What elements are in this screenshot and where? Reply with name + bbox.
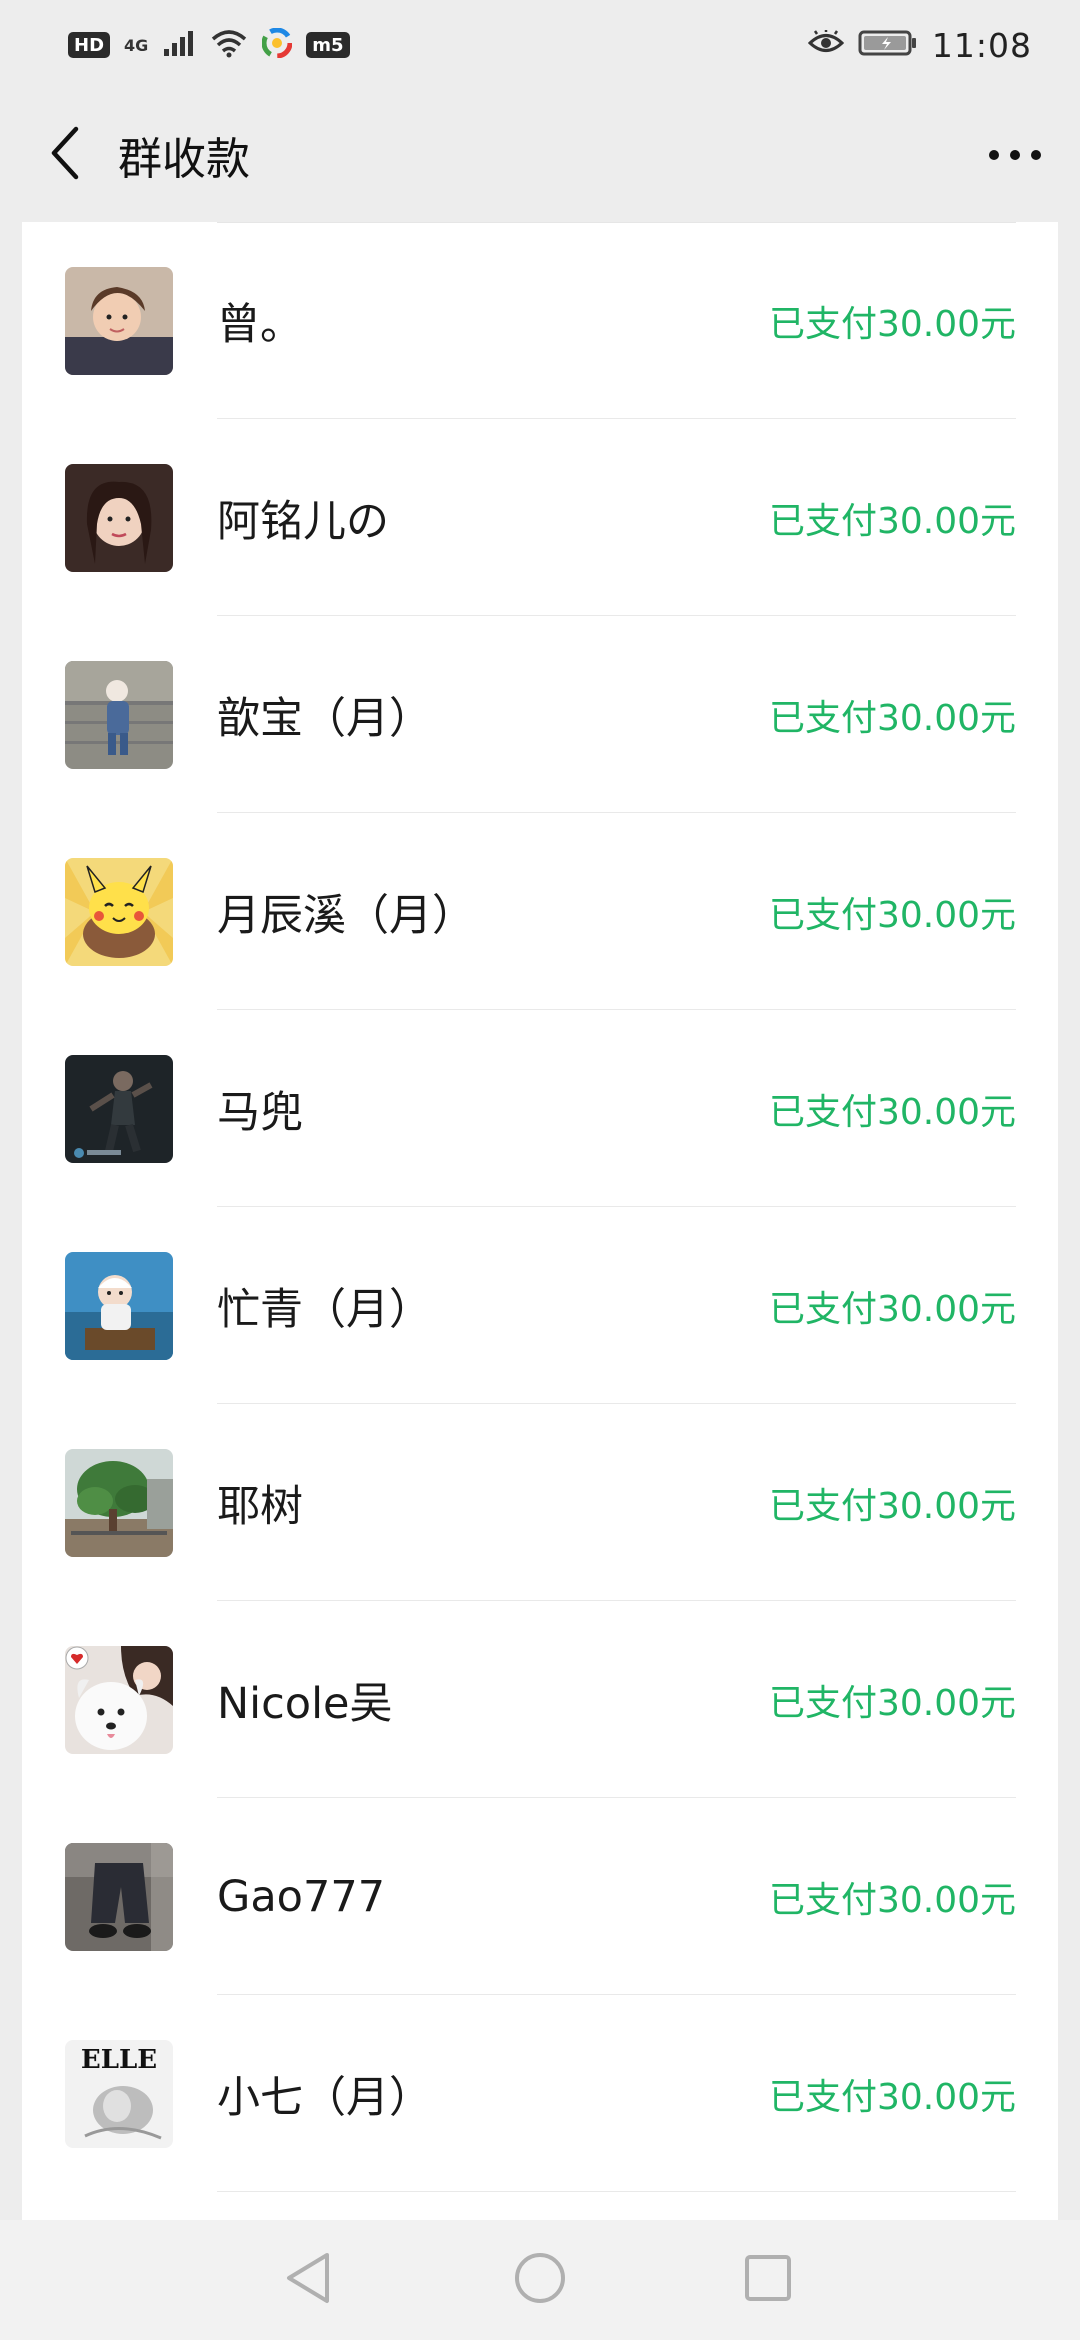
m5-app-icon: m5 [306, 32, 350, 58]
member-avatar[interactable] [65, 1251, 173, 1360]
eye-icon [807, 29, 845, 60]
payment-status: 已支付30.00元 [768, 500, 1016, 542]
member-list-item[interactable]: Nicole吴 已支付30.00元 [22, 1601, 1058, 1798]
system-navigation-bar [0, 2220, 1080, 2340]
member-name: 月辰溪（月） [217, 890, 475, 941]
member-list-item[interactable]: 歆宝（月） 已支付30.00元 [22, 616, 1058, 813]
member-list-item[interactable]: 耶树 已支付30.00元 [22, 1404, 1058, 1601]
member-avatar[interactable]: ELLE [65, 2039, 173, 2148]
back-button[interactable] [20, 90, 110, 220]
more-dots-icon [988, 146, 1042, 165]
status-right: 11:08 [807, 25, 1032, 65]
back-chevron-icon [50, 126, 80, 184]
member-avatar[interactable] [65, 1842, 173, 1951]
payment-status: 已支付30.00元 [768, 1091, 1016, 1133]
member-list-card: 曾。 已支付30.00元 阿铭儿の 已支付30.00元 歆宝（月） 已支付30.00元 月辰… [22, 222, 1058, 2222]
title-bar: 群收款 [0, 90, 1080, 220]
member-avatar[interactable] [65, 1054, 173, 1163]
nav-back-icon [283, 2251, 333, 2309]
wifi-icon [210, 28, 248, 62]
member-name: Nicole吴 [217, 1678, 393, 1729]
page-title: 群收款 [118, 134, 250, 185]
member-avatar[interactable] [65, 1645, 173, 1754]
more-options-button[interactable] [980, 120, 1050, 190]
payment-status: 已支付30.00元 [768, 1288, 1016, 1330]
status-left: HD 4G m5 [68, 27, 350, 62]
member-avatar[interactable] [65, 463, 173, 572]
member-list-item[interactable]: ELLE 小七（月） 已支付30.00元 [22, 1995, 1058, 2192]
member-avatar[interactable] [65, 660, 173, 769]
member-name: Gao777 [217, 1871, 386, 1922]
payment-status: 已支付30.00元 [768, 1879, 1016, 1921]
member-list-item[interactable]: 月辰溪（月） 已支付30.00元 [22, 813, 1058, 1010]
payment-status: 已支付30.00元 [768, 1485, 1016, 1527]
member-avatar[interactable] [65, 1448, 173, 1557]
member-name: 曾。 [217, 299, 303, 350]
payment-status: 已支付30.00元 [768, 697, 1016, 739]
member-list: 曾。 已支付30.00元 阿铭儿の 已支付30.00元 歆宝（月） 已支付30.00元 月辰… [22, 222, 1058, 2192]
member-list-item[interactable]: 曾。 已支付30.00元 [22, 222, 1058, 419]
clock-time: 11:08 [931, 25, 1032, 65]
member-avatar[interactable] [65, 857, 173, 966]
member-list-item[interactable]: Gao777 已支付30.00元 [22, 1798, 1058, 1995]
member-name: 阿铭儿の [217, 496, 389, 547]
member-list-item[interactable]: 阿铭儿の 已支付30.00元 [22, 419, 1058, 616]
member-avatar[interactable] [65, 266, 173, 375]
svg-text:ELLE: ELLE [81, 2045, 157, 2075]
colorful-app-icon [261, 27, 293, 62]
network-type-label: 4G [124, 35, 149, 55]
member-name: 小七（月） [217, 2072, 432, 2123]
member-name: 忙青（月） [217, 1284, 432, 1335]
battery-icon [858, 29, 918, 61]
signal-icon [162, 29, 196, 61]
payment-status: 已支付30.00元 [768, 303, 1016, 345]
payment-status: 已支付30.00元 [768, 2076, 1016, 2118]
member-name: 耶树 [217, 1481, 303, 1532]
member-name: 马兜 [217, 1087, 303, 1138]
member-list-item[interactable]: 马兜 已支付30.00元 [22, 1010, 1058, 1207]
payment-status: 已支付30.00元 [768, 894, 1016, 936]
nav-recents-button[interactable] [728, 2240, 808, 2320]
member-list-item[interactable]: 忙青（月） 已支付30.00元 [22, 1207, 1058, 1404]
nav-home-button[interactable] [500, 2240, 580, 2320]
member-name: 歆宝（月） [217, 693, 432, 744]
status-bar: HD 4G m5 11:08 [0, 0, 1080, 90]
nav-home-icon [513, 2251, 567, 2309]
nav-recents-icon [743, 2253, 793, 2307]
nav-back-button[interactable] [268, 2240, 348, 2320]
payment-status: 已支付30.00元 [768, 1682, 1016, 1724]
hd-icon: HD [68, 32, 111, 58]
